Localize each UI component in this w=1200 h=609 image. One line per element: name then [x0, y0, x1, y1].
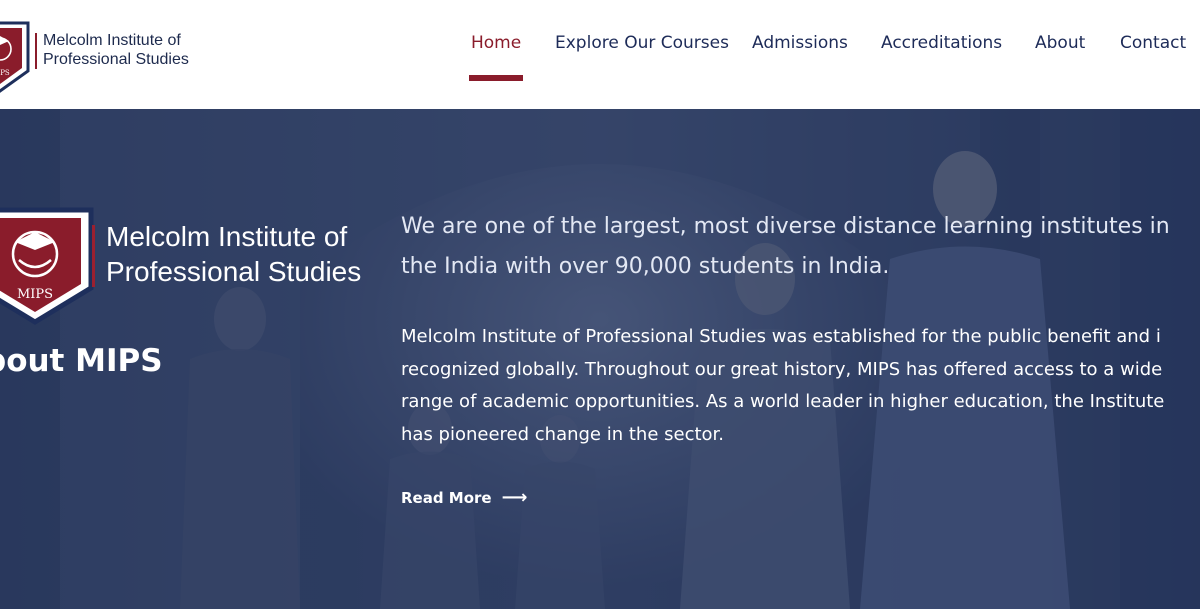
hero-body: Melcolm Institute of Professional Studie…	[401, 321, 1200, 451]
read-more-label: Read More	[401, 489, 492, 507]
site-header: MIPS Melcolm Institute of Professional S…	[0, 0, 1200, 109]
hero-body-line3: range of academic opportunities. As a wo…	[401, 391, 1165, 412]
nav-home[interactable]: Home	[469, 31, 524, 83]
hero-logo-divider	[92, 225, 95, 287]
hero-logo-name: Melcolm Institute of Professional Studie…	[106, 219, 376, 289]
nav-accreditations-label: Accreditations	[881, 33, 1003, 53]
nav-admissions[interactable]: Admissions	[752, 31, 848, 83]
nav-admissions-label: Admissions	[752, 33, 848, 53]
hero-body-line1: Melcolm Institute of Professional Studie…	[401, 326, 1161, 347]
logo-name-line1: Melcolm Institute of	[43, 32, 181, 49]
hero-lead-line2: the India with over 90,000 students in I…	[401, 254, 890, 279]
svg-text:MIPS: MIPS	[0, 69, 10, 77]
nav-about[interactable]: About	[1035, 31, 1085, 83]
nav-explore-courses-label: Explore Our Courses	[555, 33, 729, 53]
hero-mips-shield-icon: MIPS	[0, 207, 94, 325]
nav-active-indicator	[469, 75, 524, 81]
about-title: bout MIPS	[0, 343, 163, 379]
hero-logo-name-line2: Professional Studies	[106, 256, 362, 287]
hero-section: MIPS Melcolm Institute of Professional S…	[0, 109, 1200, 609]
read-more-link[interactable]: Read More ⟶	[401, 487, 528, 508]
hero-body-line2: recognized globally. Throughout our grea…	[401, 358, 1163, 380]
logo-name-line2: Professional Studies	[43, 51, 189, 68]
logo-name: Melcolm Institute of Professional Studie…	[43, 31, 213, 69]
hero-body-line4: has pioneered change in the sector.	[401, 423, 725, 445]
hero-lead: We are one of the largest, most diverse …	[401, 207, 1200, 287]
nav-explore-courses[interactable]: Explore Our Courses	[555, 31, 729, 83]
nav-accreditations[interactable]: Accreditations	[881, 31, 1002, 83]
arrow-right-icon: ⟶	[501, 487, 528, 508]
nav-contact[interactable]: Contact	[1120, 31, 1186, 83]
hero-logo-name-line1: Melcolm Institute of	[106, 221, 348, 252]
logo-divider	[35, 33, 37, 69]
nav-about-label: About	[1035, 33, 1086, 53]
svg-text:MIPS: MIPS	[17, 287, 53, 302]
nav-home-label: Home	[471, 33, 522, 53]
hero-lead-line1: We are one of the largest, most diverse …	[401, 214, 1170, 239]
nav-contact-label: Contact	[1120, 33, 1187, 53]
mips-shield-icon: MIPS	[0, 21, 30, 93]
